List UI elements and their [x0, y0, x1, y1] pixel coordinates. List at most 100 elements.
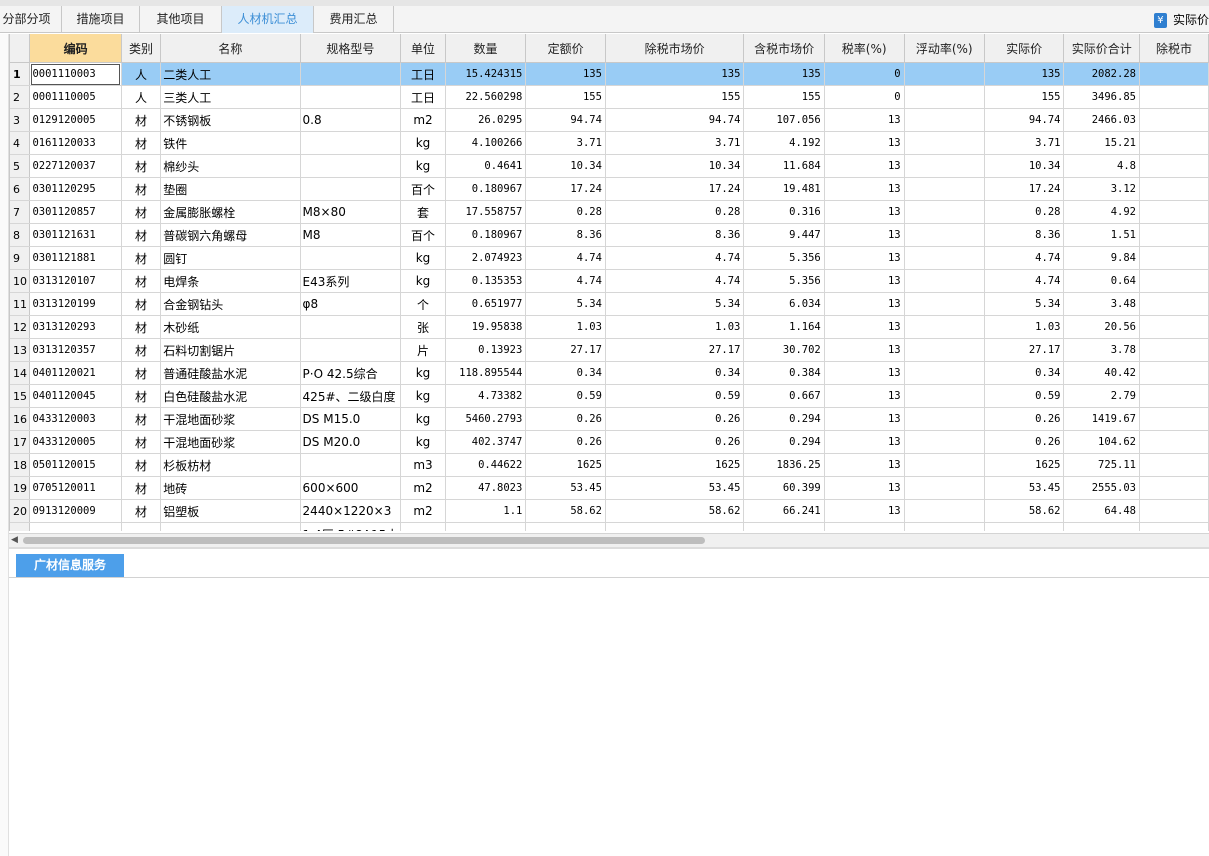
table-row[interactable]: 8 0301121631 材普碳钢六角螺母 M8 百个 0.180967 8.36 8.36 9… [10, 223, 1209, 247]
cell-quota[interactable]: 94.74 [525, 108, 606, 132]
cell-actual[interactable]: 17.24 [984, 177, 1065, 201]
cell-float[interactable] [904, 269, 985, 293]
cell-rate[interactable]: 13 [824, 269, 905, 293]
cell-inc-tax[interactable]: 66.241 [743, 499, 825, 523]
cell-type[interactable]: 材 [121, 476, 162, 500]
cell-ex-tax[interactable]: 8.36 [605, 223, 745, 247]
cell-ex-tax[interactable]: 0.26 [605, 430, 745, 454]
cell-ex-tax-2[interactable] [1139, 384, 1209, 408]
row-number[interactable]: 10 [10, 269, 31, 293]
cell-spec[interactable]: φ8 [300, 292, 402, 316]
cell-total[interactable]: 1419.67 [1063, 407, 1140, 431]
col-header-name[interactable]: 名称 [160, 34, 301, 63]
cell-spec[interactable]: 600×600 [300, 476, 402, 500]
cell-type[interactable]: 材 [121, 200, 162, 224]
col-header-quota[interactable]: 定额价 [525, 34, 606, 63]
cell-total[interactable]: 2555.03 [1063, 476, 1140, 500]
cell-ex-tax[interactable]: 0.34 [605, 361, 745, 385]
cell-total[interactable]: 2466.03 [1063, 108, 1140, 132]
cell-float[interactable] [904, 154, 985, 178]
col-header-float[interactable]: 浮动率(%) [904, 34, 985, 63]
cell-unit[interactable]: 个 [400, 292, 446, 316]
cell-inc-tax[interactable]: 9.447 [743, 223, 825, 247]
cell-type[interactable] [121, 522, 162, 531]
cell-name[interactable]: 普通硅酸盐水泥 [160, 361, 301, 385]
cell-code[interactable]: 0161120033 [29, 131, 122, 155]
cell-ex-tax[interactable]: 4.74 [605, 246, 745, 270]
cell-ex-tax-2[interactable] [1139, 315, 1209, 339]
tab-qita[interactable]: 其他项目 [140, 6, 222, 33]
row-number[interactable]: 8 [10, 223, 31, 247]
cell-code[interactable]: 0913120009 [29, 499, 122, 523]
table-row[interactable]: 9 0301121881 材圆钉 kg 2.074923 4.74 4.74 5.356 13 4… [10, 246, 1209, 270]
cell-ex-tax[interactable]: 4.74 [605, 269, 745, 293]
cell-name[interactable]: 白色硅酸盐水泥 [160, 384, 301, 408]
cell-actual[interactable]: 10.34 [984, 154, 1065, 178]
col-header-ex-tax-2[interactable]: 除税市 [1139, 34, 1209, 63]
cell-float[interactable] [904, 108, 985, 132]
cell-qty[interactable]: 0.180967 [445, 223, 527, 247]
row-number[interactable]: 20 [10, 499, 31, 523]
cell-spec[interactable] [300, 131, 402, 155]
cell-quota[interactable]: 0.26 [525, 407, 606, 431]
cell-ex-tax-2[interactable] [1139, 131, 1209, 155]
row-number[interactable]: 17 [10, 430, 31, 454]
cell-inc-tax[interactable]: 4.192 [743, 131, 825, 155]
scroll-left-icon[interactable]: ◀ [11, 535, 18, 545]
cell-spec[interactable] [300, 338, 402, 362]
cell-code[interactable]: 0001110005 [29, 85, 122, 109]
cell-spec[interactable] [300, 453, 402, 477]
cell-name[interactable]: 地砖 [160, 476, 301, 500]
cell-inc-tax[interactable]: 135 [743, 62, 825, 86]
cell-rate[interactable]: 13 [824, 200, 905, 224]
cell-quota[interactable]: 27.17 [525, 338, 606, 362]
cell-inc-tax[interactable]: 5.356 [743, 246, 825, 270]
cell-ex-tax[interactable]: 10.34 [605, 154, 745, 178]
table-row[interactable]: 11 0313120199 材合金钢钻头 φ8 个 0.651977 5.34 5.34 6.0… [10, 292, 1209, 316]
cell-name[interactable]: 棉纱头 [160, 154, 301, 178]
cell-rate[interactable]: 13 [824, 131, 905, 155]
cell-type[interactable]: 材 [121, 338, 162, 362]
cell-total[interactable]: 4.8 [1063, 154, 1140, 178]
cell-inc-tax[interactable]: 1836.25 [743, 453, 825, 477]
cell-total[interactable]: 2.79 [1063, 384, 1140, 408]
cell-quota[interactable]: 53.45 [525, 476, 606, 500]
cell-ex-tax-2[interactable] [1139, 522, 1209, 531]
cell-total[interactable]: 15.21 [1063, 131, 1140, 155]
cell-name[interactable]: 干混地面砂浆 [160, 430, 301, 454]
cell-spec[interactable]: M8 [300, 223, 402, 247]
cell-code[interactable]: 0401120021 [29, 361, 122, 385]
cell-float[interactable] [904, 453, 985, 477]
cell-ex-tax[interactable]: 0.26 [605, 407, 745, 431]
cell-qty[interactable]: 0.180967 [445, 177, 527, 201]
cell-unit[interactable]: kg [400, 361, 446, 385]
cell-name[interactable]: 干混地面砂浆 [160, 407, 301, 431]
cell-code[interactable]: 0433120003 [29, 407, 122, 431]
cell-unit[interactable]: kg [400, 407, 446, 431]
cell-inc-tax[interactable] [743, 522, 825, 531]
cell-code[interactable]: 0313120293 [29, 315, 122, 339]
cell-name[interactable]: 合金钢钻头 [160, 292, 301, 316]
col-header-code[interactable]: 编码 [29, 34, 122, 63]
tab-guangcai-info[interactable]: 广材信息服务 [16, 554, 124, 577]
cell-type[interactable]: 材 [121, 154, 162, 178]
cell-name[interactable]: 石料切割锯片 [160, 338, 301, 362]
cell-qty[interactable]: 2.074923 [445, 246, 527, 270]
cell-inc-tax[interactable]: 19.481 [743, 177, 825, 201]
cell-float[interactable] [904, 430, 985, 454]
cell-qty[interactable]: 4.100266 [445, 131, 527, 155]
row-number[interactable]: 7 [10, 200, 31, 224]
row-number[interactable]: 14 [10, 361, 31, 385]
cell-ex-tax-2[interactable] [1139, 154, 1209, 178]
cell-unit[interactable]: 百个 [400, 177, 446, 201]
cell-spec[interactable]: 2440×1220×3 [300, 499, 402, 523]
cell-float[interactable] [904, 499, 985, 523]
cell-spec[interactable]: 0.8 [300, 108, 402, 132]
cell-total[interactable]: 0.64 [1063, 269, 1140, 293]
cell-float[interactable] [904, 522, 985, 531]
cell-unit[interactable]: kg [400, 384, 446, 408]
cell-unit[interactable]: kg [400, 269, 446, 293]
cell-total[interactable]: 64.48 [1063, 499, 1140, 523]
cell-actual[interactable]: 8.36 [984, 223, 1065, 247]
cell-type[interactable]: 材 [121, 315, 162, 339]
